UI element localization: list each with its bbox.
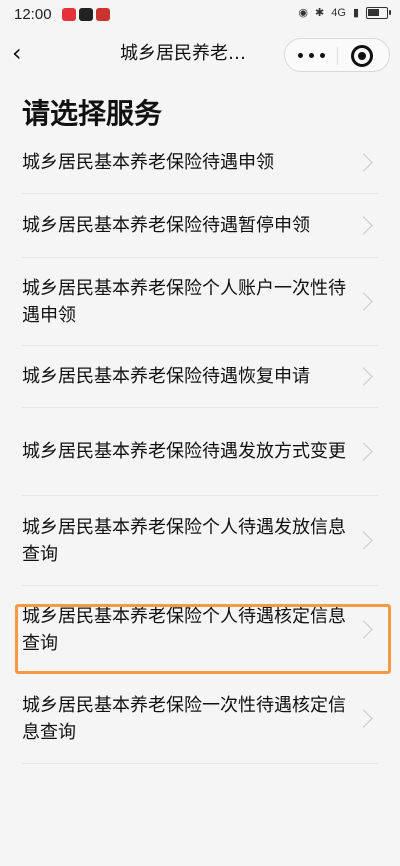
- service-item[interactable]: 城乡居民基本养老保险待遇发放方式变更: [22, 408, 378, 496]
- more-dot-icon: [298, 53, 303, 58]
- notification-icons: [62, 8, 110, 21]
- app-notification-icon: [96, 8, 110, 21]
- capsule-divider: [337, 47, 338, 65]
- app-notification-icon: [62, 8, 76, 21]
- status-bar: 12:00 ◉ ✱ 4G ▮: [0, 0, 400, 30]
- service-item[interactable]: 城乡居民基本养老保险个人待遇发放信息查询: [22, 496, 378, 586]
- back-button[interactable]: ‹: [12, 38, 36, 68]
- more-button[interactable]: [295, 46, 329, 64]
- eye-icon: ◉: [298, 7, 309, 19]
- service-item-label: 城乡居民基本养老保险待遇申领: [22, 152, 274, 173]
- service-item[interactable]: 城乡居民基本养老保险待遇恢复申请: [22, 346, 378, 408]
- bluetooth-icon: ✱: [315, 7, 325, 19]
- chevron-right-icon: [354, 292, 373, 311]
- service-item-label: 城乡居民基本养老保险一次性待遇核定信息查询: [22, 694, 346, 743]
- close-mini-program-button[interactable]: [351, 45, 373, 67]
- chevron-right-icon: [354, 620, 373, 639]
- chevron-right-icon: [354, 709, 373, 728]
- service-heading: 请选择服务: [22, 97, 163, 130]
- mini-program-capsule: [284, 38, 390, 72]
- page-title: 城乡居民养老…: [120, 43, 246, 64]
- service-item[interactable]: 城乡居民基本养老保险待遇申领: [22, 132, 378, 194]
- more-dot-icon: [320, 53, 325, 58]
- more-dot-icon: [309, 53, 314, 58]
- service-item-label: 城乡居民基本养老保险个人待遇核定信息查询: [22, 605, 346, 654]
- system-status: ◉ ✱ 4G ▮: [298, 6, 391, 19]
- chevron-right-icon: [354, 153, 373, 172]
- service-item-label: 城乡居民基本养老保险个人待遇发放信息查询: [22, 516, 346, 565]
- chevron-right-icon: [354, 216, 373, 235]
- service-item[interactable]: 城乡居民基本养老保险个人待遇核定信息查询: [22, 586, 378, 674]
- signal-icon: ▮: [352, 7, 359, 19]
- chevron-right-icon: [354, 367, 373, 386]
- signal-label: 4G: [331, 6, 346, 19]
- status-time: 12:00: [14, 6, 52, 23]
- chevron-right-icon: [354, 531, 373, 550]
- chevron-right-icon: [354, 442, 373, 461]
- navigation-bar: ‹ 城乡居民养老…: [0, 30, 400, 78]
- service-item-label: 城乡居民基本养老保险待遇发放方式变更: [22, 441, 346, 462]
- service-item-label: 城乡居民基本养老保险个人账户一次性待遇申领: [22, 277, 346, 326]
- battery-icon: [366, 6, 391, 19]
- service-item[interactable]: 城乡居民基本养老保险一次性待遇核定信息查询: [22, 674, 378, 764]
- chevron-left-icon: ‹: [12, 39, 22, 67]
- service-item-label: 城乡居民基本养老保险待遇恢复申请: [22, 366, 310, 387]
- service-item-label: 城乡居民基本养老保险待遇暂停申领: [22, 215, 310, 236]
- mail-icon: [79, 8, 93, 21]
- service-item[interactable]: 城乡居民基本养老保险个人账户一次性待遇申领: [22, 258, 378, 346]
- service-item[interactable]: 城乡居民基本养老保险待遇暂停申领: [22, 194, 378, 258]
